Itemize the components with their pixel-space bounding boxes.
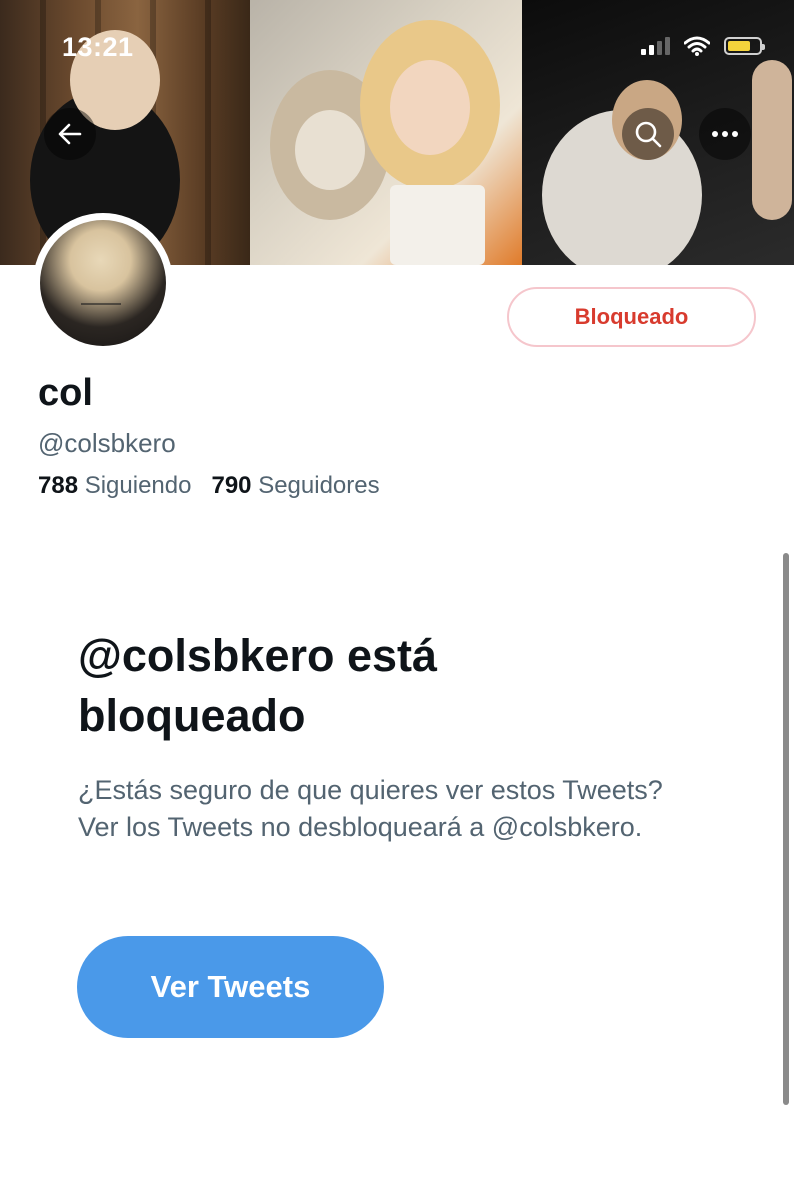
status-time: 13:21 bbox=[62, 32, 134, 62]
wifi-icon bbox=[684, 36, 710, 56]
display-name: col bbox=[38, 372, 93, 414]
arrow-left-icon bbox=[58, 123, 82, 145]
cellular-signal-icon bbox=[641, 37, 670, 55]
search-icon bbox=[635, 121, 662, 148]
avatar[interactable] bbox=[33, 213, 173, 353]
user-handle: @colsbkero bbox=[38, 428, 176, 458]
followers-link[interactable]: 790 Seguidores bbox=[211, 472, 379, 499]
following-count: 788 bbox=[38, 472, 79, 499]
more-options-button[interactable] bbox=[699, 108, 751, 160]
battery-icon bbox=[724, 37, 765, 55]
following-link[interactable]: 788 Siguiendo bbox=[38, 472, 191, 499]
follow-stats: 788 Siguiendo 790 Seguidores bbox=[38, 472, 380, 500]
blocked-button[interactable]: Bloqueado bbox=[507, 287, 756, 347]
view-tweets-button[interactable]: Ver Tweets bbox=[77, 936, 384, 1038]
following-label: Siguiendo bbox=[84, 472, 192, 499]
search-button[interactable] bbox=[622, 108, 674, 160]
status-indicators bbox=[641, 36, 765, 56]
banner-photo-2 bbox=[250, 0, 522, 265]
battery-level bbox=[728, 41, 750, 51]
back-button[interactable] bbox=[44, 108, 96, 160]
blocked-notice-title: @colsbkero está bloqueado bbox=[78, 630, 438, 741]
followers-label: Seguidores bbox=[258, 472, 380, 499]
scrollbar[interactable] bbox=[783, 553, 789, 1105]
blocked-notice-body: ¿Estás seguro de que quieres ver estos T… bbox=[78, 775, 663, 842]
followers-count: 790 bbox=[211, 472, 252, 499]
more-horizontal-icon bbox=[712, 131, 738, 137]
